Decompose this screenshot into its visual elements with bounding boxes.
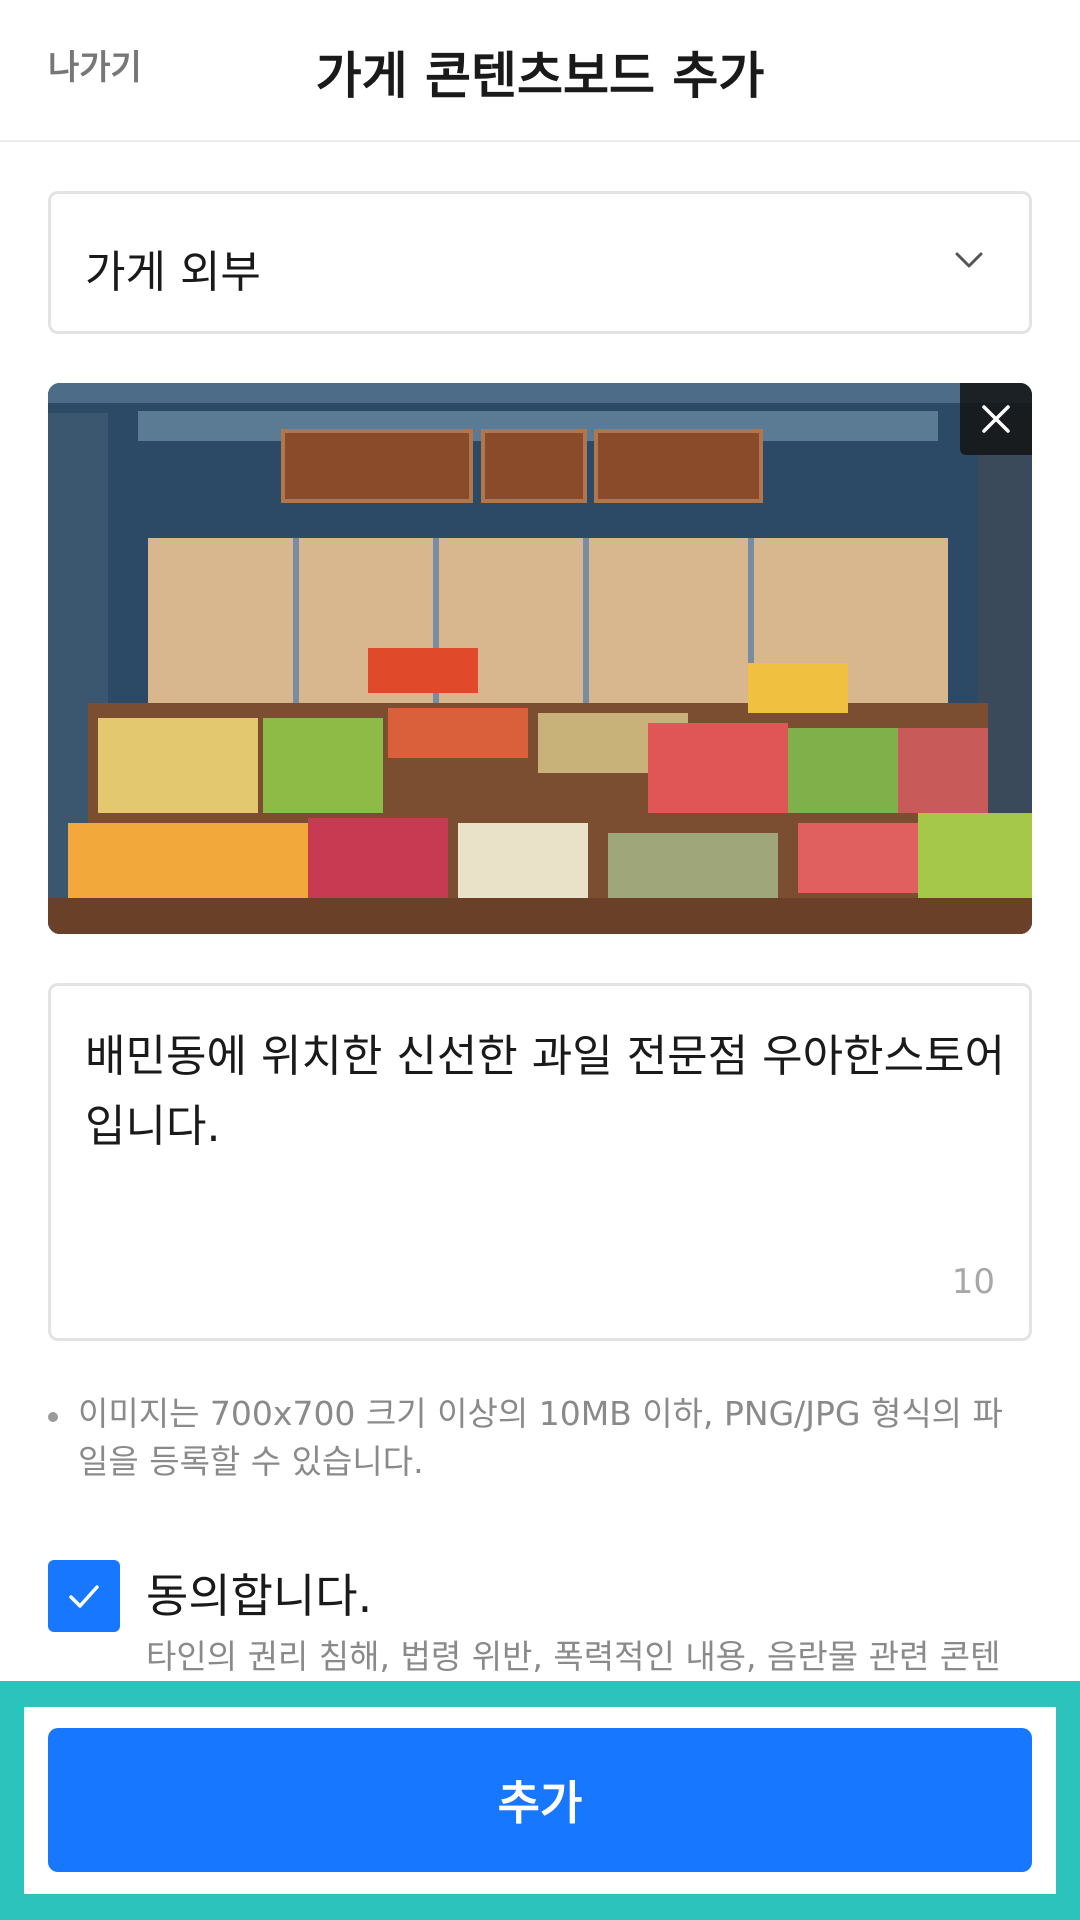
store-photo (48, 383, 1032, 934)
agree-checkbox[interactable] (48, 1560, 120, 1632)
header: 나가기 가게 콘텐츠보드 추가 (0, 0, 1080, 142)
add-button[interactable]: 추가 (48, 1728, 1032, 1872)
upload-notice: 이미지는 700x700 크기 이상의 10MB 이하, PNG/JPG 형식의… (48, 1390, 1032, 1486)
bottom-bar: 추가 (24, 1707, 1056, 1894)
image-preview (48, 383, 1032, 934)
description-text: 배민동에 위치한 신선한 과일 전문점 우아한스토어입니다. (85, 1031, 1006, 1152)
agree-description: 타인의 권리 침해, 법령 위반, 폭력적인 내용, 음란물 관련 콘텐 (146, 1637, 1001, 1676)
bullet-icon (48, 1412, 58, 1422)
bottom-bar-highlight: 추가 (0, 1681, 1080, 1920)
category-select[interactable]: 가게 외부 (48, 191, 1032, 334)
char-count: 10 (951, 1262, 995, 1302)
check-icon (69, 1585, 99, 1608)
screen: 나가기 가게 콘텐츠보드 추가 가게 외부 배민동에 위치한 신선한 과일 전문… (0, 0, 1080, 1920)
agree-label[interactable]: 동의합니다. (146, 1560, 372, 1626)
category-select-value: 가게 외부 (85, 247, 261, 298)
description-textarea[interactable]: 배민동에 위치한 신선한 과일 전문점 우아한스토어입니다. 10 (48, 983, 1032, 1341)
chevron-down-icon (955, 252, 983, 268)
upload-notice-text: 이미지는 700x700 크기 이상의 10MB 이하, PNG/JPG 형식의… (78, 1394, 1003, 1481)
close-icon (982, 405, 1010, 433)
remove-image-button[interactable] (960, 383, 1032, 455)
page-title: 가게 콘텐츠보드 추가 (315, 47, 765, 105)
